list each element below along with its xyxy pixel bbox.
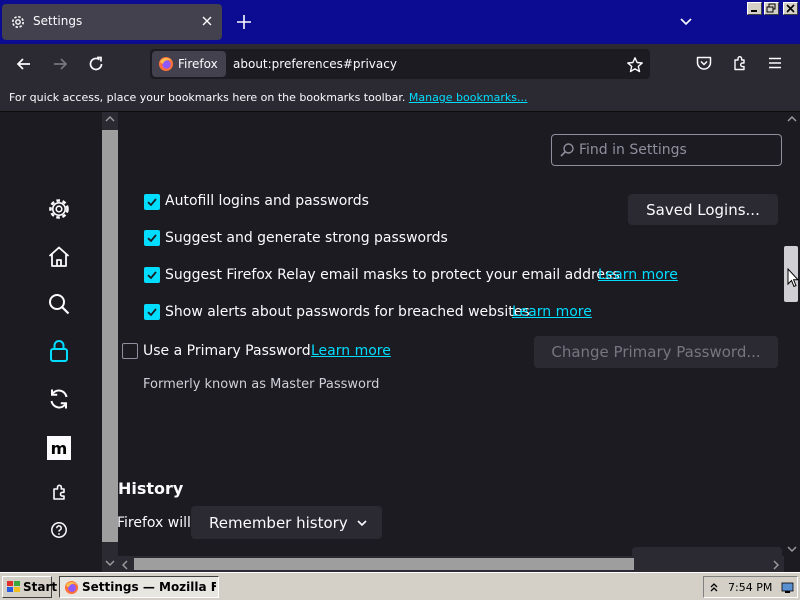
new-tab-icon[interactable]: [234, 12, 254, 32]
primary-password-label[interactable]: Use a Primary Password: [143, 343, 311, 359]
primary-password-checkbox[interactable]: [122, 343, 138, 359]
lock-icon[interactable]: [46, 338, 72, 364]
chevron-down-icon[interactable]: [678, 14, 694, 30]
chevron-down-icon: [356, 517, 368, 529]
gear-icon[interactable]: [46, 196, 72, 222]
bookmark-star-icon[interactable]: [626, 56, 644, 74]
breach-learn-more-link[interactable]: Learn more: [512, 304, 592, 320]
hamburger-menu-icon[interactable]: [766, 54, 784, 72]
mouse-cursor-icon: [787, 268, 799, 288]
scroll-right-arrow-icon[interactable]: [772, 560, 780, 570]
taskbar-item-label: Settings — Mozilla Firefox: [82, 580, 216, 594]
firefox-logo-icon: [64, 580, 79, 595]
page-scrollbar[interactable]: [784, 112, 800, 572]
extensions-icon[interactable]: [731, 54, 749, 72]
clock: 7:54 PM: [728, 581, 773, 594]
windows-logo-icon: [6, 580, 21, 594]
reload-icon[interactable]: [86, 54, 106, 74]
gear-icon: [10, 14, 26, 30]
bookmarks-empty-message: For quick access, place your bookmarks h…: [9, 91, 527, 104]
find-in-settings-input[interactable]: Find in Settings: [551, 134, 782, 166]
partial-button[interactable]: [632, 547, 782, 556]
tray-chevron-icon[interactable]: [708, 581, 720, 593]
firefox-will-label: Firefox will: [117, 515, 191, 531]
start-button[interactable]: Start: [2, 576, 57, 598]
url-text[interactable]: about:preferences#privacy: [233, 57, 397, 71]
primary-learn-more-link[interactable]: Learn more: [311, 343, 391, 359]
history-heading: History: [118, 479, 184, 498]
minimize-window-button[interactable]: [747, 2, 762, 15]
navigation-toolbar: Firefox about:preferences#privacy: [0, 44, 800, 86]
relay-checkbox[interactable]: [144, 267, 160, 283]
taskbar-item-firefox[interactable]: Settings — Mozilla Firefox: [59, 576, 219, 598]
taskbar: Start Settings — Mozilla Firefox 7:54 PM: [0, 572, 800, 600]
firefox-logo-icon: [158, 56, 174, 72]
help-icon[interactable]: [50, 521, 68, 539]
network-icon[interactable]: [781, 581, 794, 594]
autofill-label[interactable]: Autofill logins and passwords: [165, 193, 369, 209]
identity-box[interactable]: Firefox: [152, 51, 226, 77]
search-icon[interactable]: [46, 291, 72, 317]
pocket-icon[interactable]: [695, 54, 713, 72]
formerly-known-note: Formerly known as Master Password: [143, 377, 380, 392]
home-icon[interactable]: [46, 244, 72, 270]
system-tray: 7:54 PM: [703, 576, 798, 598]
left-scrollbar-thumb[interactable]: [102, 130, 118, 542]
scroll-left-arrow-icon[interactable]: [121, 560, 129, 570]
breach-alerts-checkbox[interactable]: [144, 304, 160, 320]
tab-title: Settings: [33, 14, 83, 28]
forward-arrow-icon[interactable]: [50, 54, 70, 74]
tab-settings[interactable]: Settings: [2, 4, 222, 40]
suggest-passwords-checkbox[interactable]: [144, 230, 160, 246]
scroll-down-arrow-icon[interactable]: [105, 559, 115, 567]
mozilla-icon[interactable]: m: [46, 435, 72, 461]
svg-text:m: m: [51, 439, 68, 458]
extensions-icon[interactable]: [50, 482, 70, 502]
sync-icon[interactable]: [46, 386, 72, 412]
back-arrow-icon[interactable]: [14, 54, 34, 74]
suggest-passwords-label[interactable]: Suggest and generate strong passwords: [165, 230, 448, 246]
bookmarks-message-text: For quick access, place your bookmarks h…: [9, 91, 409, 104]
scroll-down-arrow-icon[interactable]: [787, 545, 797, 553]
breach-alerts-label[interactable]: Show alerts about passwords for breached…: [165, 304, 530, 320]
history-mode-value: Remember history: [209, 513, 348, 532]
start-label: Start: [23, 580, 58, 594]
search-icon: [559, 142, 575, 158]
horizontal-scrollbar-thumb[interactable]: [134, 558, 634, 570]
identity-label: Firefox: [178, 57, 218, 71]
search-placeholder: Find in Settings: [579, 142, 687, 158]
bookmarks-toolbar: For quick access, place your bookmarks h…: [0, 86, 800, 112]
scroll-up-arrow-icon[interactable]: [787, 115, 797, 123]
relay-label[interactable]: Suggest Firefox Relay email masks to pro…: [165, 267, 620, 283]
address-bar[interactable]: Firefox about:preferences#privacy: [150, 49, 650, 79]
relay-learn-more-link[interactable]: Learn more: [598, 267, 678, 283]
tab-strip: Settings: [0, 0, 800, 44]
saved-logins-button[interactable]: Saved Logins...: [628, 194, 778, 225]
history-mode-select[interactable]: Remember history: [191, 506, 382, 539]
restore-window-button[interactable]: [764, 2, 779, 15]
change-primary-password-button[interactable]: Change Primary Password...: [534, 336, 778, 368]
manage-bookmarks-link[interactable]: Manage bookmarks...: [409, 91, 528, 104]
close-window-button[interactable]: [783, 2, 798, 15]
close-tab-icon[interactable]: [201, 15, 213, 27]
autofill-checkbox[interactable]: [144, 194, 160, 210]
scroll-up-arrow-icon[interactable]: [105, 115, 115, 123]
